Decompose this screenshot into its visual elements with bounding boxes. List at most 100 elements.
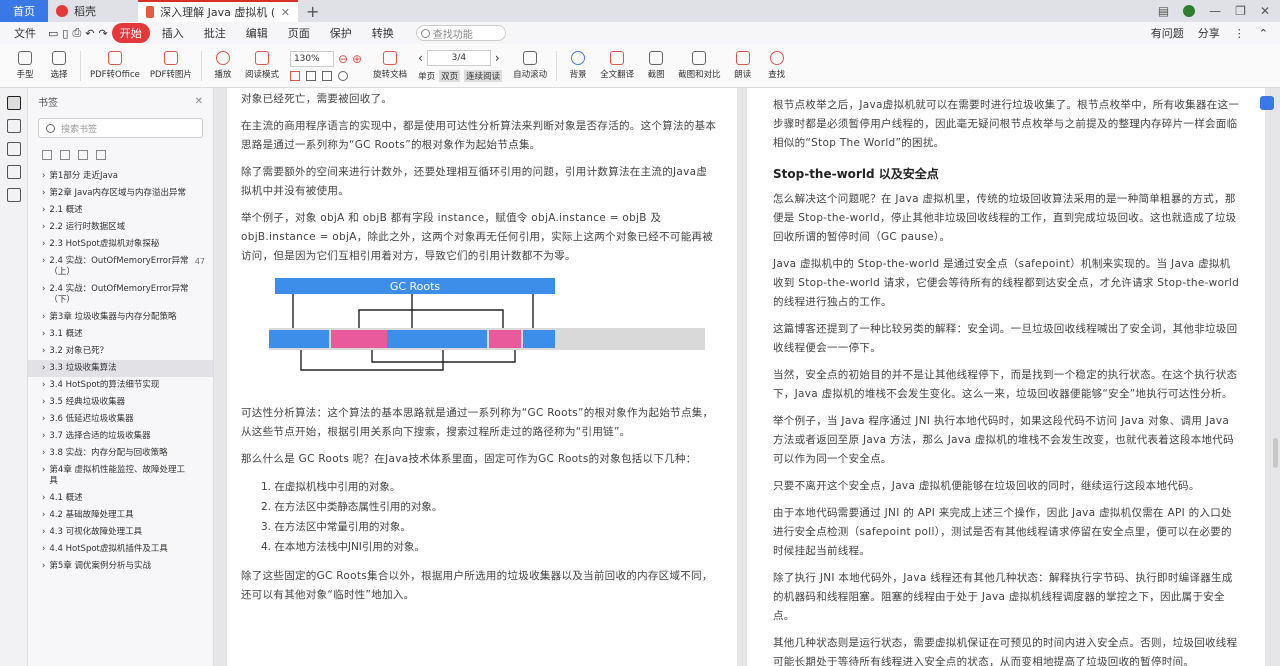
- bookmark-item-label: 2.2 运行时数据区域: [49, 222, 126, 232]
- undo-icon[interactable]: ↶: [85, 27, 94, 40]
- bookmark-item-label: 2.4 实战：OutOfMemoryError异常（上）: [49, 256, 189, 277]
- double-page-button[interactable]: 双页: [439, 69, 461, 82]
- bookmark-item[interactable]: › 2.1 概述: [28, 202, 213, 219]
- single-page-button[interactable]: 单页: [418, 70, 435, 82]
- find-button[interactable]: 查找: [760, 46, 794, 86]
- zoom-select[interactable]: 130%: [289, 50, 334, 67]
- expand-all-icon[interactable]: [42, 150, 52, 160]
- bookmark-item[interactable]: › 第4章 虚拟机性能监控、故障处理工具: [28, 462, 213, 490]
- float-translate-icon[interactable]: [1260, 96, 1274, 110]
- screenshot-button[interactable]: 截图: [639, 46, 673, 86]
- page-number-input[interactable]: 3/4: [426, 49, 491, 66]
- close-tab-icon[interactable]: ✕: [281, 6, 290, 19]
- bookmark-item[interactable]: › 2.2 运行时数据区域: [28, 219, 213, 236]
- menu-start[interactable]: 开始: [111, 23, 150, 43]
- delete-bookmark-icon[interactable]: [96, 150, 106, 160]
- hand-tool-button[interactable]: 手型: [8, 46, 42, 86]
- bookmark-item[interactable]: › 4.4 HotSpot虚拟机插件及工具: [28, 541, 213, 558]
- bookmark-item-label: 3.3 垃圾收集算法: [49, 363, 117, 373]
- tab-pdf-document[interactable]: 深入理解 Java 虚拟机 (第3版).pdf ✕: [138, 0, 298, 22]
- bookmark-item[interactable]: › 第3章 垃圾收集器与内存分配策略: [28, 309, 213, 326]
- menu-annotate[interactable]: 批注: [196, 23, 234, 43]
- bookmark-item[interactable]: › 4.1 概述: [28, 490, 213, 507]
- close-panel-icon[interactable]: ✕: [195, 96, 203, 107]
- quick-print-icon[interactable]: ⎙: [72, 26, 81, 40]
- bookmark-item[interactable]: › 2.4 实战：OutOfMemoryError异常（下）: [28, 281, 213, 309]
- play-button[interactable]: 播放: [206, 46, 240, 86]
- object-2: [387, 330, 487, 348]
- menu-convert[interactable]: 转换: [364, 23, 402, 43]
- bookmark-item[interactable]: › 第2章 Java内存区域与内存溢出异常: [28, 185, 213, 202]
- fit-width-icon[interactable]: [305, 70, 316, 81]
- rotate-document-button[interactable]: 旋转文档: [368, 46, 412, 86]
- more-icon[interactable]: ⋮: [1234, 27, 1245, 40]
- bookmark-item[interactable]: › 3.2 对象已死？: [28, 343, 213, 360]
- screenshot-compare-button[interactable]: 截图和对比: [673, 46, 726, 86]
- restore-icon[interactable]: ❐: [1235, 4, 1246, 18]
- attachment-icon[interactable]: [6, 165, 21, 179]
- layout-icon[interactable]: ▤: [1158, 4, 1169, 18]
- auto-scroll-button[interactable]: 自动滚动: [508, 46, 552, 86]
- signature-icon[interactable]: [6, 188, 21, 202]
- add-tab-button[interactable]: +: [298, 2, 327, 21]
- comment-icon[interactable]: [6, 142, 21, 156]
- add-bookmark-icon[interactable]: [78, 150, 88, 160]
- tab-home[interactable]: 首页: [0, 0, 48, 22]
- function-search-input[interactable]: 查找功能: [415, 25, 506, 41]
- actual-size-icon[interactable]: [321, 70, 332, 81]
- continuous-reading-button[interactable]: 连续阅读: [464, 69, 503, 82]
- menu-protect[interactable]: 保护: [322, 23, 360, 43]
- fit-page-icon[interactable]: [289, 70, 300, 81]
- bookmark-item[interactable]: › 3.5 经典垃圾收集器: [28, 394, 213, 411]
- zoom-in-icon[interactable]: ⊕: [352, 52, 362, 66]
- tab-docer[interactable]: 稻壳: [48, 0, 138, 22]
- paragraph: 在主流的商用程序语言的实现中，都是使用可达性分析算法来判断对象是否存活的。这个算…: [241, 120, 717, 151]
- avatar[interactable]: [1183, 5, 1196, 17]
- collapse-icon[interactable]: ⌃: [1259, 27, 1268, 40]
- bookmark-search-input[interactable]: 搜索书签: [38, 118, 203, 138]
- document-view[interactable]: 对象已经死亡，需要被回收了。 在主流的商用程序语言的实现中，都是使用可达性分析算…: [215, 88, 1280, 666]
- bookmark-item[interactable]: › 4.3 可视化故障处理工具: [28, 524, 213, 541]
- full-translate-button[interactable]: 全文翻译: [595, 46, 639, 86]
- bookmark-icon[interactable]: [6, 96, 21, 110]
- bookmark-item[interactable]: › 3.8 实战：内存分配与回收策略: [28, 445, 213, 462]
- vertical-scrollbar[interactable]: [1273, 438, 1278, 468]
- minimize-icon[interactable]: —: [1209, 4, 1221, 18]
- menu-edit[interactable]: 编辑: [238, 23, 276, 43]
- read-aloud-button[interactable]: 朗读: [726, 46, 760, 86]
- bookmark-item[interactable]: › 第1部分 走近Java: [28, 168, 213, 185]
- pdf-to-image-button[interactable]: PDF转图片: [145, 46, 197, 86]
- pdf-to-office-button[interactable]: PDF转Office: [85, 46, 145, 86]
- quick-open-icon[interactable]: ▯: [62, 27, 68, 40]
- bookmark-item[interactable]: › 3.1 概述: [28, 326, 213, 343]
- menu-page[interactable]: 页面: [280, 23, 318, 43]
- bookmark-item[interactable]: › 3.6 低延迟垃圾收集器: [28, 411, 213, 428]
- prev-page-icon[interactable]: ‹: [418, 51, 423, 65]
- bookmark-item[interactable]: › 4.2 基础故障处理工具: [28, 507, 213, 524]
- redo-icon[interactable]: ↷: [99, 27, 108, 40]
- bookmark-item[interactable]: › 3.4 HotSpot的算法细节实现: [28, 377, 213, 394]
- rotate-icon[interactable]: [337, 70, 348, 81]
- rotate-document-label: 旋转文档: [373, 70, 408, 80]
- select-tool-button[interactable]: 选择: [42, 46, 76, 86]
- thumbnail-icon[interactable]: [6, 119, 21, 133]
- next-page-icon[interactable]: ›: [495, 51, 500, 65]
- bookmark-item[interactable]: › 3.7 选择合适的垃圾收集器: [28, 428, 213, 445]
- share-button[interactable]: 分享: [1198, 25, 1220, 41]
- zoom-out-icon[interactable]: ⊖: [338, 52, 348, 66]
- bookmark-item[interactable]: › 2.3 HotSpot虚拟机对象探秘: [28, 236, 213, 253]
- collapse-all-icon[interactable]: [60, 150, 70, 160]
- background-label: 背景: [569, 70, 587, 80]
- reading-mode-button[interactable]: 阅读模式: [240, 46, 284, 86]
- menu-insert[interactable]: 插入: [154, 23, 192, 43]
- help-button[interactable]: 有问题: [1151, 25, 1184, 41]
- bookmark-item[interactable]: › 3.3 垃圾收集算法: [28, 360, 213, 377]
- bookmark-item-page: [189, 239, 205, 250]
- bookmark-item[interactable]: › 2.4 实战：OutOfMemoryError异常（上） 47: [28, 253, 213, 281]
- background-button[interactable]: 背景: [561, 46, 595, 86]
- hand-tool-label: 手型: [16, 70, 34, 80]
- menu-file[interactable]: 文件: [6, 23, 44, 43]
- close-window-icon[interactable]: ✕: [1260, 4, 1270, 18]
- bookmark-item[interactable]: › 第5章 调优案例分析与实战: [28, 558, 213, 575]
- quick-save-icon[interactable]: ▭: [48, 27, 58, 40]
